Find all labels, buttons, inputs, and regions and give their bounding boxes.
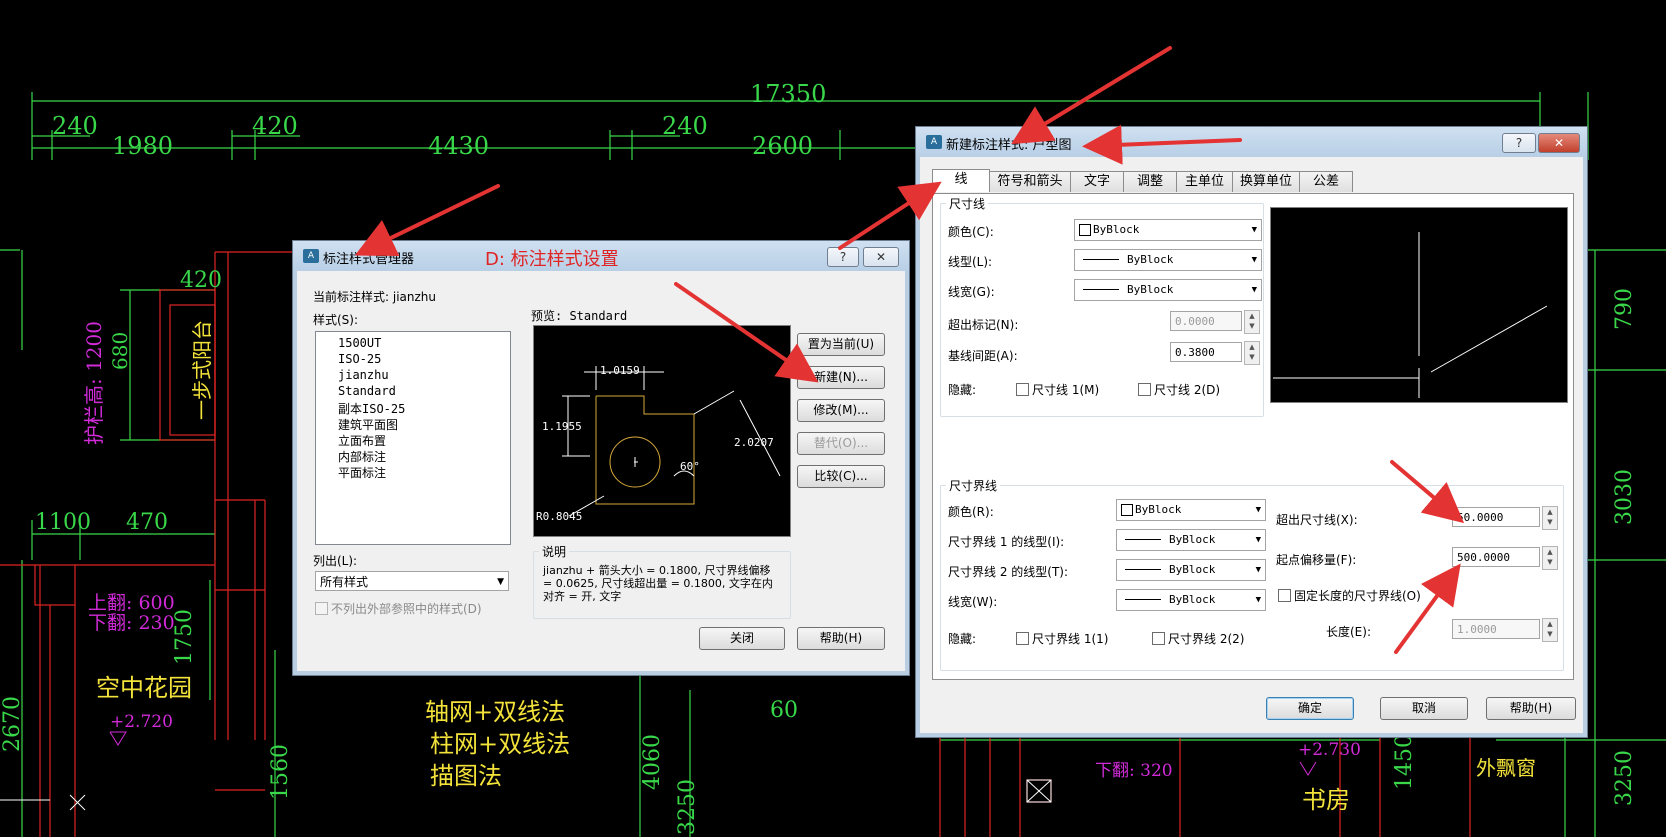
- arrow-to-new-dialog: [838, 181, 942, 250]
- arrow-to-style-name: [1082, 124, 1242, 165]
- arrow-to-beyond-field: [1390, 460, 1465, 524]
- arrow-to-manager-title: [354, 184, 500, 257]
- annotation-arrows: [354, 46, 1465, 654]
- arrow-to-new-button: [674, 282, 819, 383]
- arrow-to-offset-field: [1394, 563, 1461, 654]
- arrow-to-new-title: [1011, 46, 1172, 145]
